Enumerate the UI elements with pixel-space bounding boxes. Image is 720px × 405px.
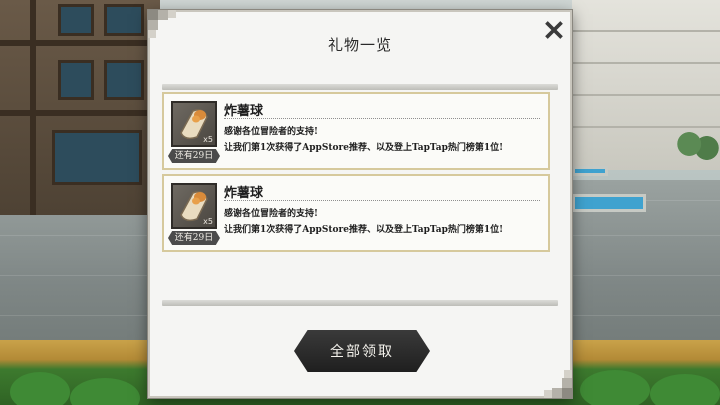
gift-quantity: x5: [203, 135, 213, 144]
gift-icon-frame: x5: [171, 101, 217, 147]
list-divider: [162, 84, 558, 90]
gift-list-dialog: 礼物一览 x5 还有29日 炸薯球 感谢各位冒险者的支持! 让我们第1次获得了A…: [148, 10, 572, 398]
gift-message: 感谢各位冒险者的支持!: [224, 209, 318, 219]
gift-name: 炸薯球: [224, 186, 264, 201]
bush: [580, 370, 650, 405]
gift-quantity: x5: [203, 217, 213, 226]
expiry-badge: 还有29日: [168, 231, 220, 245]
trees: [676, 128, 720, 168]
pool-lower: [572, 194, 646, 212]
close-button[interactable]: [540, 16, 568, 44]
gift-name: 炸薯球: [224, 104, 264, 119]
gift-message: 让我们第1次获得了AppStore推荐、以及登上TapTap热门榜第1位!: [224, 225, 504, 235]
dialog-title: 礼物一览: [327, 36, 392, 54]
expiry-badge: 还有29日: [168, 149, 220, 163]
building-left: [0, 0, 160, 215]
claim-all-button[interactable]: 全部领取: [294, 330, 430, 372]
corner-ornament: [538, 364, 572, 398]
gift-item[interactable]: x5 还有29日 炸薯球 感谢各位冒险者的支持! 让我们第1次获得了AppSto…: [162, 174, 550, 252]
bush: [10, 372, 70, 405]
divider: [224, 200, 540, 201]
gift-icon-frame: x5: [171, 183, 217, 229]
gift-list[interactable]: x5 还有29日 炸薯球 感谢各位冒险者的支持! 让我们第1次获得了AppSto…: [162, 84, 558, 306]
gift-message: 让我们第1次获得了AppStore推荐、以及登上TapTap热门榜第1位!: [224, 143, 504, 153]
close-icon: [545, 21, 563, 39]
gift-message: 感谢各位冒险者的支持!: [224, 127, 318, 137]
list-divider: [162, 300, 558, 306]
gift-item[interactable]: x5 还有29日 炸薯球 感谢各位冒险者的支持! 让我们第1次获得了AppSto…: [162, 92, 550, 170]
divider: [224, 118, 540, 119]
pool-upper: [572, 166, 608, 176]
